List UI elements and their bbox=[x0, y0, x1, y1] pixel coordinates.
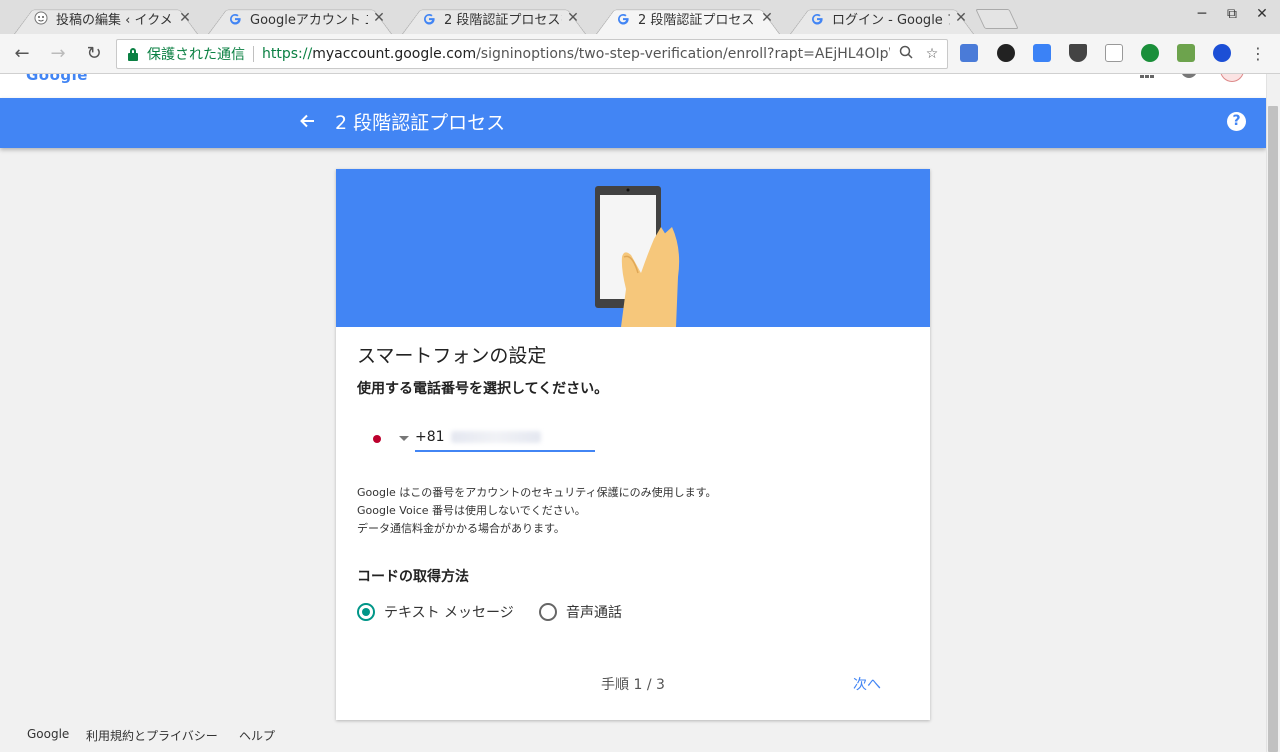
google-g-icon bbox=[422, 11, 436, 25]
six-extension-icon[interactable] bbox=[1105, 44, 1123, 62]
tab-title: 投稿の編集 ‹ イクメン bbox=[56, 12, 174, 28]
lock-icon bbox=[127, 47, 139, 61]
forward-icon[interactable]: → bbox=[46, 42, 70, 66]
tab-2sv-process-a[interactable]: 2 段階認証プロセスを ✕ bbox=[396, 2, 592, 34]
tab-google-login[interactable]: ログイン - Google アカ ✕ bbox=[784, 2, 980, 34]
radio-label: テキスト メッセージ bbox=[384, 605, 514, 621]
hero-illustration bbox=[336, 169, 930, 327]
tab-title: 2 段階認証プロセス bbox=[638, 12, 755, 28]
radio-label: 音声通話 bbox=[566, 605, 622, 621]
back-icon[interactable]: ← bbox=[10, 42, 34, 66]
google-g-icon bbox=[810, 11, 824, 25]
reload-icon[interactable]: ↻ bbox=[82, 42, 106, 66]
chart-extension-icon[interactable] bbox=[1033, 44, 1051, 62]
title-bar: 2 段階認証プロセス ? bbox=[0, 98, 1266, 148]
tab-title: Googleアカウント 二段 bbox=[250, 12, 368, 28]
chevron-down-icon[interactable] bbox=[399, 436, 409, 441]
y-extension-icon[interactable] bbox=[1213, 44, 1231, 62]
divider bbox=[253, 46, 254, 62]
google-logo[interactable]: Google bbox=[26, 74, 88, 84]
next-button[interactable]: 次へ bbox=[853, 674, 881, 694]
tab-edit-post[interactable]: 投稿の編集 ‹ イクメン ✕ bbox=[8, 2, 204, 34]
usage-notes: Google はこの番号をアカウントのセキュリティ保護にのみ使用します。 Goo… bbox=[357, 484, 717, 538]
scrollbar-thumb[interactable] bbox=[1268, 106, 1278, 752]
ghost-face-icon bbox=[34, 11, 48, 25]
url-text[interactable]: https://myaccount.google.com/signinoptio… bbox=[262, 46, 890, 62]
card-subtitle: 使用する電話番号を選択してください。 bbox=[357, 381, 609, 397]
close-icon[interactable]: ✕ bbox=[178, 10, 192, 26]
zoom-icon[interactable] bbox=[896, 45, 916, 63]
new-tab-button[interactable] bbox=[975, 9, 1019, 29]
apps-grid-icon[interactable] bbox=[1140, 74, 1154, 78]
close-icon[interactable]: ✕ bbox=[954, 10, 968, 26]
close-icon[interactable]: ✕ bbox=[760, 10, 774, 26]
secure-label: 保護された通信 bbox=[147, 47, 245, 63]
japan-flag-icon[interactable] bbox=[373, 435, 381, 443]
pocket-icon[interactable] bbox=[1069, 44, 1087, 62]
tab-title: 2 段階認証プロセスを bbox=[444, 12, 562, 28]
restore-icon[interactable]: ⧉ bbox=[1221, 6, 1243, 22]
avatar[interactable] bbox=[1220, 74, 1244, 82]
page-content: Google 2 段階認証プロセス ? スマートフォンの設定 使用する電話番号を… bbox=[0, 74, 1266, 752]
tab-strip: 投稿の編集 ‹ イクメン ✕ Googleアカウント 二段 ✕ 2 段階認証プロ… bbox=[0, 0, 1280, 34]
bookmark-star-icon[interactable]: ☆ bbox=[922, 46, 942, 62]
country-code: +81 bbox=[415, 429, 445, 445]
evernote-icon[interactable] bbox=[1177, 44, 1195, 62]
close-window-icon[interactable]: ✕ bbox=[1251, 6, 1273, 22]
footer-link-google[interactable]: Google bbox=[27, 727, 69, 741]
minimize-icon[interactable]: ─ bbox=[1191, 6, 1213, 22]
radio-checked-icon[interactable] bbox=[357, 603, 375, 621]
step-indicator: 手順 1 / 3 bbox=[601, 677, 665, 693]
camera-extension-icon[interactable] bbox=[997, 44, 1015, 62]
phone-number-field[interactable]: +81 bbox=[415, 424, 595, 452]
note-line: Google Voice 番号は使用しないでください。 bbox=[357, 504, 586, 517]
tab-title: ログイン - Google アカ bbox=[832, 12, 950, 28]
browser-toolbar: ← → ↻ 保護された通信 https://myaccount.google.c… bbox=[0, 34, 1280, 74]
card-title: スマートフォンの設定 bbox=[357, 345, 547, 367]
radio-voice-call[interactable]: 音声通話 bbox=[539, 602, 622, 622]
back-arrow-icon[interactable] bbox=[294, 110, 320, 136]
address-bar[interactable]: 保護された通信 https://myaccount.google.com/sig… bbox=[116, 39, 948, 69]
method-heading: コードの取得方法 bbox=[357, 569, 469, 585]
footer-link-help[interactable]: ヘルプ bbox=[239, 727, 275, 744]
setup-card: スマートフォンの設定 使用する電話番号を選択してください。 +81 Google… bbox=[336, 169, 930, 720]
translate-extension-icon[interactable] bbox=[960, 44, 978, 62]
note-line: データ通信料金がかかる場合があります。 bbox=[357, 522, 565, 535]
google-g-icon bbox=[616, 11, 630, 25]
google-header: Google bbox=[0, 74, 1266, 98]
help-icon[interactable]: ? bbox=[1227, 112, 1246, 131]
redacted-phone-number bbox=[450, 431, 541, 443]
notifications-icon[interactable] bbox=[1181, 74, 1197, 78]
menu-icon[interactable]: ⋮ bbox=[1246, 42, 1270, 66]
green-extension-icon[interactable] bbox=[1141, 44, 1159, 62]
google-g-icon bbox=[228, 11, 242, 25]
page-title: 2 段階認証プロセス bbox=[335, 112, 506, 134]
note-line: Google はこの番号をアカウントのセキュリティ保護にのみ使用します。 bbox=[357, 486, 717, 499]
tab-2sv-process-active[interactable]: 2 段階認証プロセス ✕ bbox=[590, 2, 786, 34]
radio-unchecked-icon[interactable] bbox=[539, 603, 557, 621]
tab-google-account[interactable]: Googleアカウント 二段 ✕ bbox=[202, 2, 398, 34]
close-icon[interactable]: ✕ bbox=[566, 10, 580, 26]
radio-text-message[interactable]: テキスト メッセージ bbox=[357, 602, 514, 622]
phone-in-hand-illustration bbox=[595, 186, 680, 327]
close-icon[interactable]: ✕ bbox=[372, 10, 386, 26]
footer-link-terms[interactable]: 利用規約とプライバシー bbox=[86, 727, 218, 744]
